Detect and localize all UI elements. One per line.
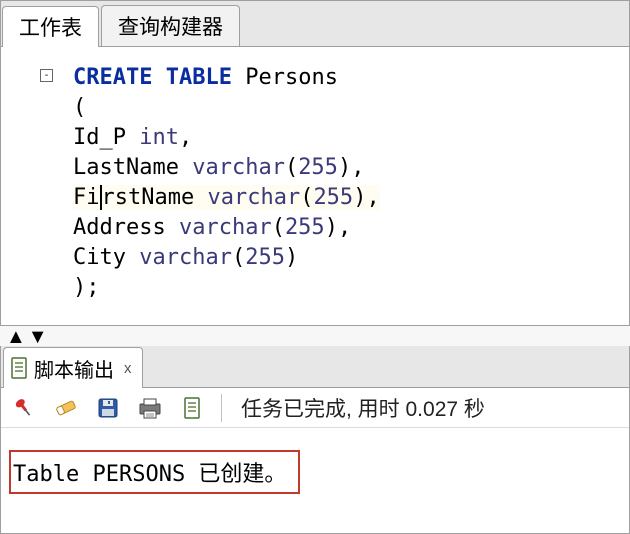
col2-size: 255 (298, 155, 338, 180)
fold-toggle-icon[interactable]: - (40, 69, 53, 82)
editor-wrap: - CREATE TABLE Persons ( Id_P int, LastN… (1, 47, 629, 325)
close-paren: ); (73, 275, 100, 300)
col5-size: 255 (245, 245, 285, 270)
col5-name: City (73, 245, 126, 270)
editor-gutter: - (1, 47, 61, 325)
split-handle[interactable]: ▲▼ (0, 326, 630, 346)
lparen: ( (272, 215, 285, 240)
lparen: ( (232, 245, 245, 270)
kw-create: CREATE (73, 65, 152, 90)
rparen: ) (338, 155, 351, 180)
ident-table: Persons (245, 65, 338, 90)
rparen: ) (353, 185, 366, 210)
open-paren: ( (73, 95, 86, 120)
col4-type: varchar (179, 215, 272, 240)
comma: , (366, 185, 379, 210)
col3-type: varchar (207, 185, 300, 210)
pin-icon[interactable] (11, 395, 37, 421)
col2-name: LastName (73, 155, 179, 180)
col5-type: varchar (139, 245, 232, 270)
comma: , (351, 155, 364, 180)
col4-name: Address (73, 215, 166, 240)
output-pane: 脚本输出 x 任务已完成, 用时 0.027 秒 Table PERSONS 已… (0, 346, 630, 534)
col4-size: 255 (285, 215, 325, 240)
sql-editor[interactable]: CREATE TABLE Persons ( Id_P int, LastNam… (61, 47, 629, 325)
comma: , (179, 125, 192, 150)
output-body: Table PERSONS 已创建。 (1, 428, 629, 533)
lparen: ( (285, 155, 298, 180)
script-doc-icon (10, 357, 28, 379)
output-message: Table PERSONS 已创建。 (9, 450, 300, 494)
col3-size: 255 (313, 185, 353, 210)
comma: , (338, 215, 351, 240)
printer-icon[interactable] (137, 395, 163, 421)
eraser-icon[interactable] (53, 395, 79, 421)
rparen: ) (285, 245, 298, 270)
tab-script-output[interactable]: 脚本输出 x (3, 347, 143, 388)
col1-type: int (139, 125, 179, 150)
rparen: ) (325, 215, 338, 240)
toolbar-separator (221, 394, 225, 422)
close-icon[interactable]: x (124, 360, 132, 377)
editor-pane: 工作表 查询构建器 - CREATE TABLE Persons ( Id_P … (0, 0, 630, 326)
col1-name: Id_P (73, 125, 126, 150)
bottom-tabbar: 脚本输出 x (1, 346, 629, 388)
tab-querybuilder[interactable]: 查询构建器 (101, 5, 240, 46)
save-icon[interactable] (95, 395, 121, 421)
col3-rest: rstName (102, 185, 195, 210)
col2-type: varchar (192, 155, 285, 180)
lparen: ( (300, 185, 313, 210)
tab-worksheet[interactable]: 工作表 (2, 6, 99, 47)
top-tabbar: 工作表 查询构建器 (1, 5, 629, 47)
line-highlight: FirstName varchar(255), (73, 185, 380, 210)
output-toolbar: 任务已完成, 用时 0.027 秒 (1, 388, 629, 428)
tab-script-output-label: 脚本输出 (34, 354, 114, 383)
task-status: 任务已完成, 用时 0.027 秒 (241, 393, 485, 423)
kw-table: TABLE (166, 65, 232, 90)
sql-doc-icon[interactable] (179, 395, 205, 421)
col3-first: Fi (73, 185, 100, 210)
